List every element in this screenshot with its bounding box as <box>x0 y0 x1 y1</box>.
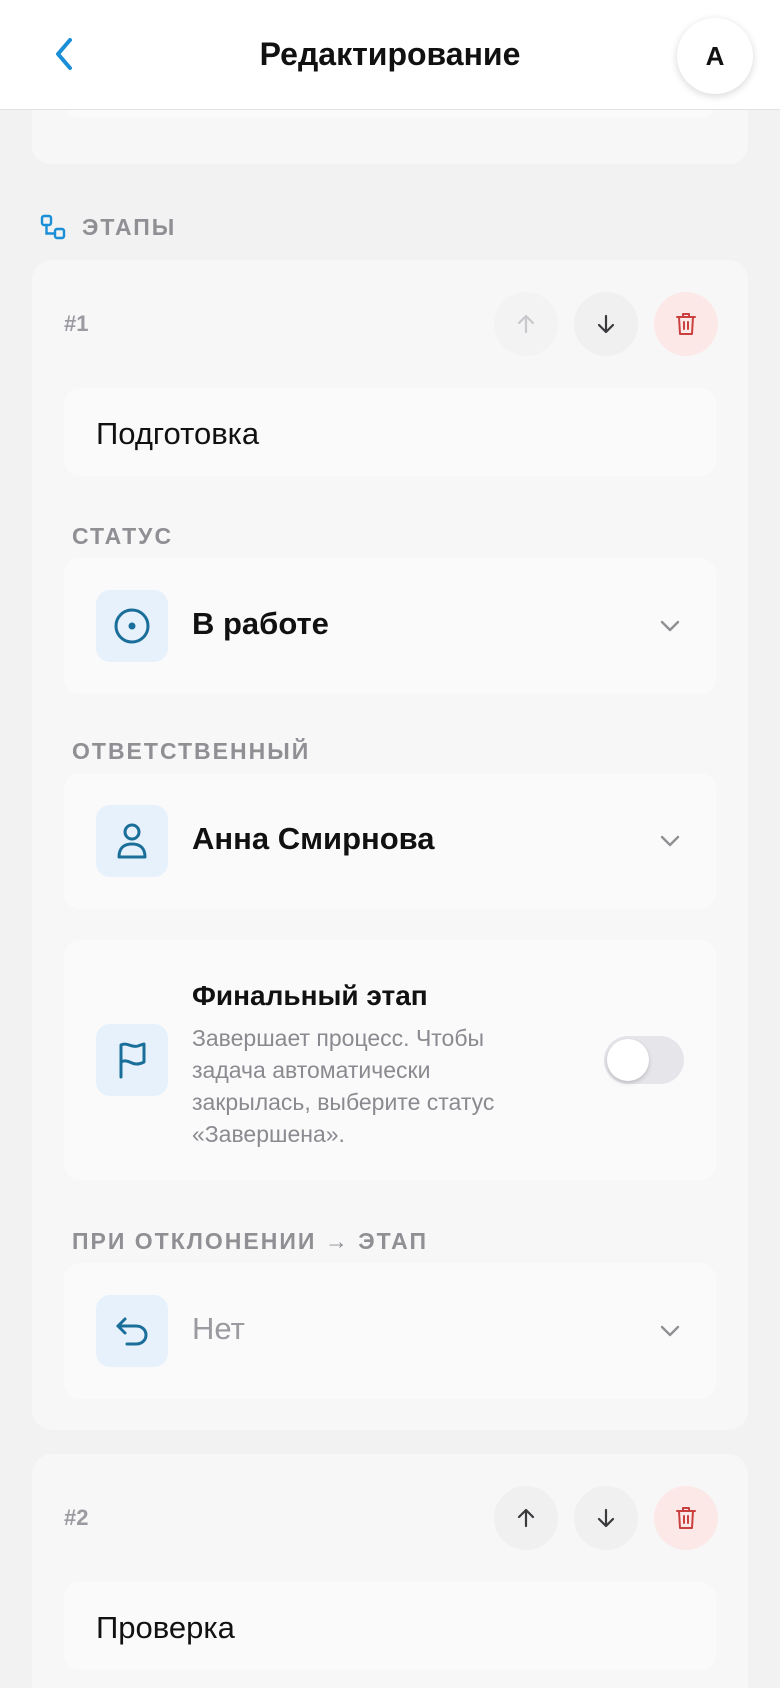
avatar[interactable]: А <box>677 18 753 94</box>
arrow-up-icon <box>517 314 535 334</box>
delete-stage-button[interactable] <box>654 292 718 356</box>
status-label: СТАТУС <box>72 523 174 549</box>
flag-icon <box>119 1042 146 1079</box>
undo-arrow-icon <box>116 1317 148 1346</box>
final-icon-box <box>96 1024 168 1096</box>
assignee-label: ОТВЕТСТВЕННЫЙ <box>72 738 311 764</box>
stage-card-1: #1 Подготовка СТАТУС В работе ОТВЕТСТВЕН… <box>32 260 748 1430</box>
delete-stage-button[interactable] <box>654 1486 718 1550</box>
stage-card-2: #2 Проверка <box>32 1454 748 1688</box>
reject-icon-box <box>96 1295 168 1367</box>
assignee-select[interactable]: Анна Смирнова <box>64 773 716 909</box>
chevron-down-icon <box>656 1317 684 1345</box>
target-circle-icon <box>114 608 150 644</box>
stage-number: #1 <box>64 311 89 336</box>
page-title: Редактирование <box>259 36 521 72</box>
reject-stage-select[interactable]: Нет <box>64 1263 716 1399</box>
top-app-bar: Редактирование А <box>0 0 780 110</box>
stage-name-value: Проверка <box>96 1610 235 1645</box>
final-stage-row: Финальный этап Завершает процесс. Чтобы … <box>64 940 716 1180</box>
stage-name-input[interactable]: Проверка <box>64 1582 716 1670</box>
move-up-button[interactable] <box>494 1486 558 1550</box>
stage-name-value: Подготовка <box>96 416 260 451</box>
arrow-up-icon <box>517 1508 535 1528</box>
chevron-down-icon <box>656 827 684 855</box>
reject-stage-value: Нет <box>192 1311 245 1346</box>
reject-label: ПРИ ОТКЛОНЕНИИ → ЭТАП <box>72 1228 429 1254</box>
arrow-down-icon <box>597 314 615 334</box>
arrow-down-icon <box>597 1508 615 1528</box>
assignee-value: Анна Смирнова <box>192 821 435 856</box>
final-stage-description: Завершает процесс. Чтобы задача автомати… <box>192 1025 495 1147</box>
section-header-stages: ЭТАПЫ <box>40 212 176 242</box>
toggle-knob <box>607 1039 649 1081</box>
person-icon <box>117 823 147 859</box>
trash-icon <box>676 313 696 335</box>
move-up-button[interactable] <box>494 292 558 356</box>
move-down-button[interactable] <box>574 1486 638 1550</box>
final-stage-title: Финальный этап <box>192 980 428 1011</box>
move-down-button[interactable] <box>574 292 638 356</box>
status-select[interactable]: В работе <box>64 558 716 694</box>
assignee-icon-box <box>96 805 168 877</box>
stage-name-input[interactable]: Подготовка <box>64 388 716 476</box>
final-stage-toggle[interactable] <box>604 1036 684 1084</box>
trash-icon <box>676 1507 696 1529</box>
chevron-down-icon <box>656 612 684 640</box>
stage-number: #2 <box>64 1505 89 1530</box>
flow-icon <box>40 214 66 240</box>
status-icon-box <box>96 590 168 662</box>
status-value: В работе <box>192 606 329 641</box>
section-label: ЭТАПЫ <box>82 213 177 240</box>
